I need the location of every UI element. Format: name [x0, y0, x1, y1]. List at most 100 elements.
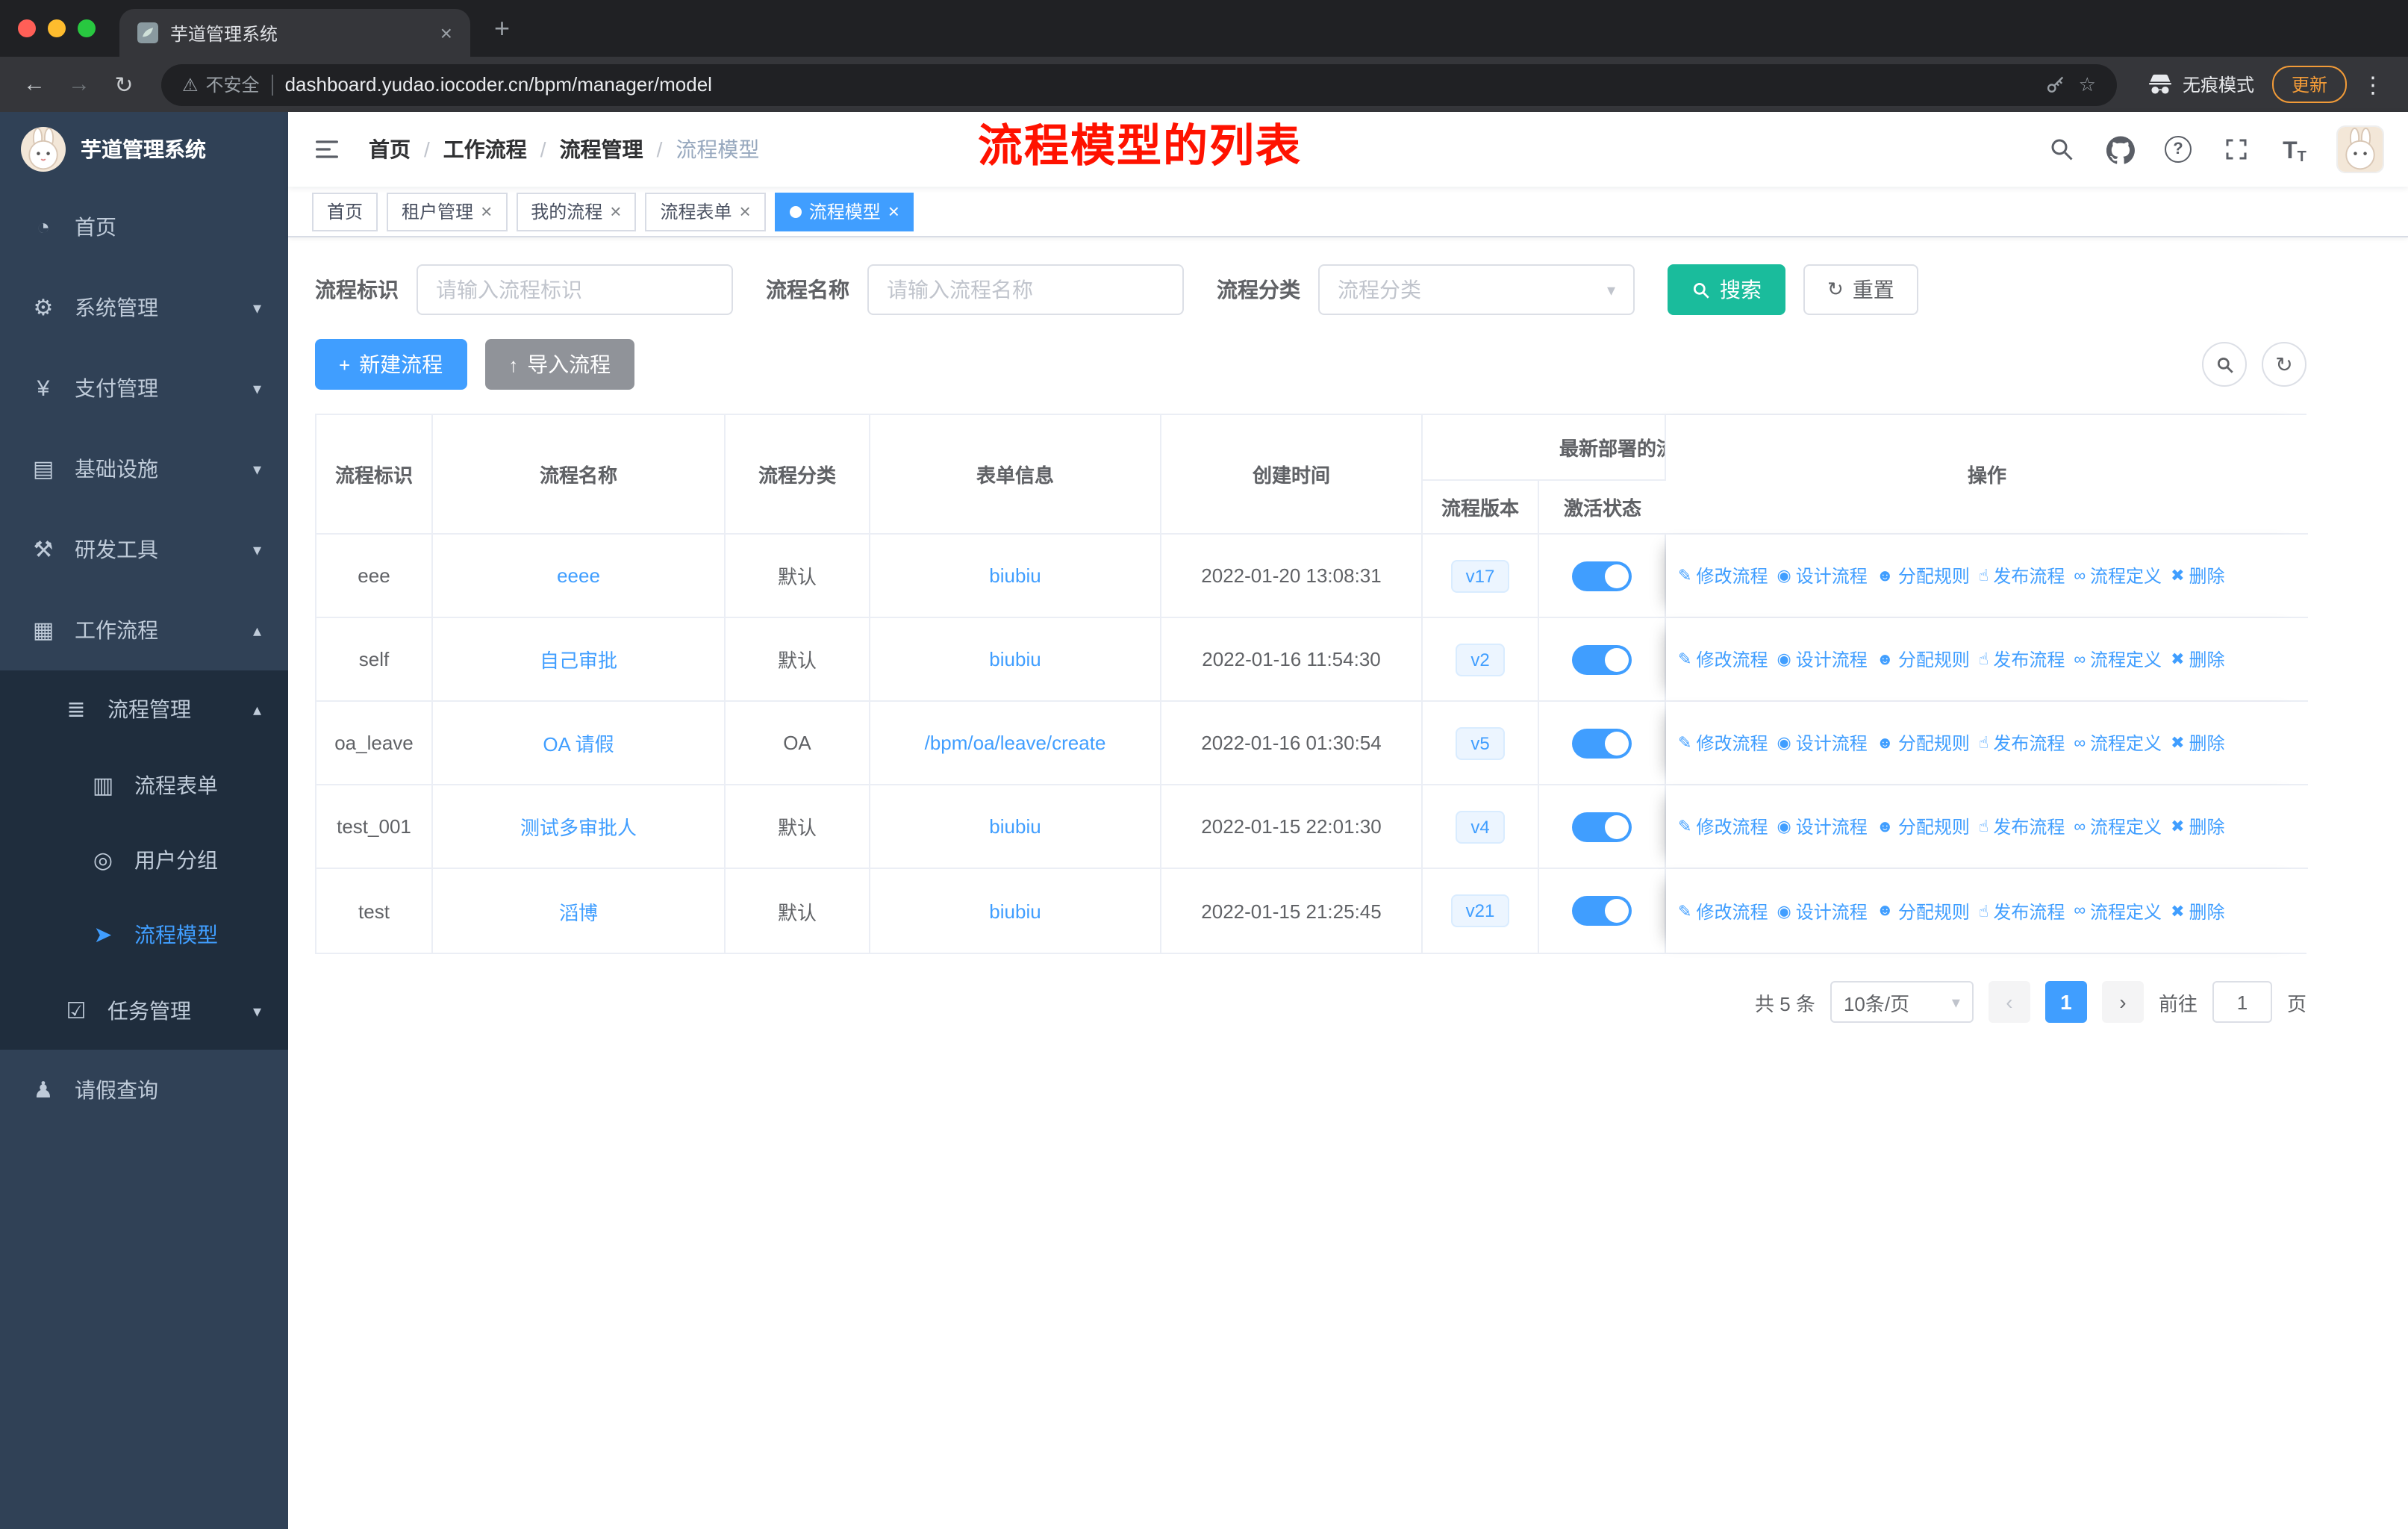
- status-toggle[interactable]: [1572, 896, 1632, 926]
- create-process-button[interactable]: + 新建流程: [315, 339, 467, 390]
- status-toggle[interactable]: [1572, 644, 1632, 674]
- reset-button[interactable]: ↻ 重置: [1803, 264, 1918, 315]
- process-name-link[interactable]: eeee: [557, 564, 600, 587]
- tag-home[interactable]: 首页: [312, 192, 378, 231]
- toggle-search-button[interactable]: [2202, 342, 2247, 387]
- goto-page-input[interactable]: [2212, 981, 2272, 1023]
- process-name-link[interactable]: 滔博: [559, 901, 598, 924]
- help-icon[interactable]: ?: [2162, 133, 2195, 166]
- password-key-icon[interactable]: [2046, 74, 2067, 95]
- window-close-button[interactable]: [18, 19, 36, 37]
- font-size-icon[interactable]: TT: [2278, 133, 2311, 166]
- chrome-update-button[interactable]: 更新: [2271, 66, 2347, 103]
- reload-icon[interactable]: ↻: [105, 65, 143, 104]
- action-assign-rule[interactable]: ☻ 分配规则: [1877, 730, 1970, 756]
- window-zoom-button[interactable]: [78, 19, 96, 37]
- version-badge[interactable]: v2: [1456, 643, 1505, 676]
- tab-close-icon[interactable]: ×: [440, 21, 452, 45]
- sidebar-item-user-group[interactable]: ◎ 用户分组: [0, 823, 288, 897]
- next-page-button[interactable]: ›: [2101, 981, 2144, 1023]
- action-edit[interactable]: ✎ 修改流程: [1678, 647, 1768, 672]
- sidebar-item-process-model[interactable]: ➤ 流程模型: [0, 897, 288, 972]
- forward-icon[interactable]: →: [60, 65, 99, 104]
- search-icon[interactable]: [2045, 133, 2078, 166]
- form-link[interactable]: biubiu: [989, 648, 1041, 670]
- version-badge[interactable]: v21: [1450, 894, 1510, 927]
- category-select[interactable]: 流程分类 ▾: [1318, 264, 1635, 315]
- action-design[interactable]: ◉ 设计流程: [1777, 563, 1867, 588]
- import-process-button[interactable]: ↑ 导入流程: [484, 339, 635, 390]
- process-key-input[interactable]: [417, 264, 733, 315]
- sidebar-item-process-management[interactable]: ≣ 流程管理 ▴: [0, 670, 288, 748]
- form-link[interactable]: biubiu: [989, 900, 1041, 922]
- action-assign-rule[interactable]: ☻ 分配规则: [1877, 647, 1970, 672]
- version-badge[interactable]: v4: [1456, 810, 1505, 843]
- breadcrumb-workflow[interactable]: 工作流程: [443, 134, 527, 164]
- sidebar-item-devtools[interactable]: ⚒ 研发工具 ▾: [0, 509, 288, 590]
- status-toggle[interactable]: [1572, 728, 1632, 758]
- action-edit[interactable]: ✎ 修改流程: [1678, 730, 1768, 756]
- page-size-select[interactable]: 10条/页 ▾: [1830, 981, 1974, 1023]
- action-publish[interactable]: ☝ 发布流程: [1979, 730, 2065, 756]
- version-badge[interactable]: v5: [1456, 726, 1505, 759]
- prev-page-button[interactable]: ‹: [1988, 981, 2030, 1023]
- action-assign-rule[interactable]: ☻ 分配规则: [1877, 563, 1970, 588]
- process-name-link[interactable]: 自己审批: [540, 650, 617, 672]
- action-publish[interactable]: ☝ 发布流程: [1979, 647, 2065, 672]
- action-definition[interactable]: ∞ 流程定义: [2074, 730, 2162, 756]
- sidebar-item-workflow[interactable]: ▦ 工作流程 ▴: [0, 590, 288, 670]
- new-tab-button[interactable]: +: [494, 13, 510, 44]
- action-edit[interactable]: ✎ 修改流程: [1678, 814, 1768, 839]
- security-chip[interactable]: ⚠ 不安全: [182, 72, 260, 97]
- back-icon[interactable]: ←: [15, 65, 54, 104]
- sidebar-item-infrastructure[interactable]: ▤ 基础设施 ▾: [0, 429, 288, 509]
- sidebar-item-system[interactable]: ⚙ 系统管理 ▾: [0, 267, 288, 348]
- fullscreen-icon[interactable]: [2220, 133, 2253, 166]
- tag-tenant-management[interactable]: 租户管理 ×: [387, 192, 508, 231]
- process-name-link[interactable]: OA 请假: [543, 733, 614, 756]
- tag-process-form[interactable]: 流程表单 ×: [645, 192, 766, 231]
- action-delete[interactable]: ✖ 删除: [2171, 563, 2224, 588]
- action-edit[interactable]: ✎ 修改流程: [1678, 898, 1768, 924]
- action-delete[interactable]: ✖ 删除: [2171, 730, 2224, 756]
- action-definition[interactable]: ∞ 流程定义: [2074, 814, 2162, 839]
- hamburger-icon[interactable]: [312, 134, 342, 164]
- action-edit[interactable]: ✎ 修改流程: [1678, 563, 1768, 588]
- refresh-table-button[interactable]: ↻: [2262, 342, 2306, 387]
- window-minimize-button[interactable]: [48, 19, 66, 37]
- sidebar-item-payment[interactable]: ¥ 支付管理 ▾: [0, 348, 288, 429]
- action-publish[interactable]: ☝ 发布流程: [1979, 563, 2065, 588]
- sidebar-logo[interactable]: 芋道管理系统: [0, 112, 288, 187]
- sidebar-item-leave-query[interactable]: ♟ 请假查询: [0, 1050, 288, 1130]
- action-publish[interactable]: ☝ 发布流程: [1979, 898, 2065, 924]
- sidebar-item-home[interactable]: ◔ 首页: [0, 187, 288, 267]
- status-toggle[interactable]: [1572, 812, 1632, 841]
- action-definition[interactable]: ∞ 流程定义: [2074, 563, 2162, 588]
- action-design[interactable]: ◉ 设计流程: [1777, 814, 1867, 839]
- process-name-input[interactable]: [867, 264, 1184, 315]
- page-1-button[interactable]: 1: [2044, 981, 2087, 1023]
- tag-process-model[interactable]: 流程模型 ×: [774, 192, 914, 231]
- search-button[interactable]: 搜索: [1668, 264, 1785, 315]
- github-icon[interactable]: [2103, 133, 2136, 166]
- action-definition[interactable]: ∞ 流程定义: [2074, 898, 2162, 924]
- action-design[interactable]: ◉ 设计流程: [1777, 730, 1867, 756]
- form-link[interactable]: /bpm/oa/leave/create: [925, 732, 1106, 754]
- action-delete[interactable]: ✖ 删除: [2171, 647, 2224, 672]
- sidebar-item-process-form[interactable]: ▥ 流程表单: [0, 748, 288, 823]
- action-assign-rule[interactable]: ☻ 分配规则: [1877, 814, 1970, 839]
- form-link[interactable]: biubiu: [989, 815, 1041, 838]
- version-badge[interactable]: v17: [1450, 559, 1510, 592]
- form-link[interactable]: biubiu: [989, 564, 1041, 587]
- action-design[interactable]: ◉ 设计流程: [1777, 647, 1867, 672]
- address-bar[interactable]: ⚠ 不安全 dashboard.yudao.iocoder.cn/bpm/man…: [161, 63, 2117, 105]
- action-design[interactable]: ◉ 设计流程: [1777, 898, 1867, 924]
- process-name-link[interactable]: 测试多审批人: [520, 817, 637, 839]
- bookmark-star-icon[interactable]: ☆: [2079, 72, 2096, 96]
- user-avatar[interactable]: [2336, 125, 2384, 173]
- close-icon[interactable]: ×: [610, 200, 621, 222]
- status-toggle[interactable]: [1572, 561, 1632, 591]
- action-definition[interactable]: ∞ 流程定义: [2074, 647, 2162, 672]
- action-delete[interactable]: ✖ 删除: [2171, 898, 2224, 924]
- close-icon[interactable]: ×: [888, 200, 899, 222]
